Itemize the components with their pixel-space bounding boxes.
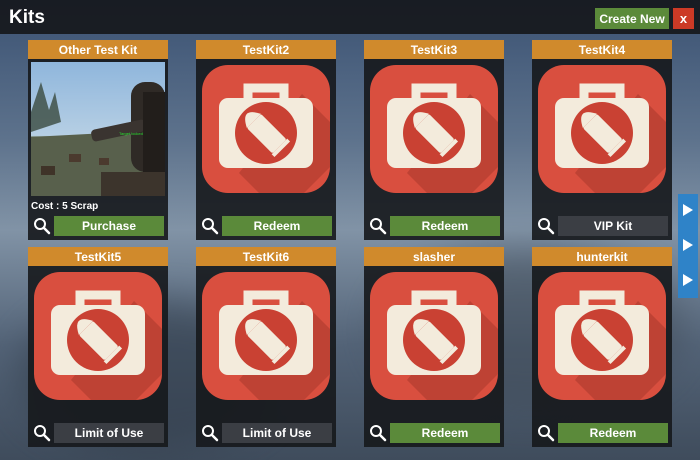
limit-of-use-status: Limit of Use xyxy=(222,423,332,443)
search-icon[interactable] xyxy=(200,216,220,236)
search-icon[interactable] xyxy=(200,423,220,443)
play-arrow-icon[interactable] xyxy=(683,204,693,216)
medkit-bullet-icon xyxy=(535,269,669,403)
kit-card: Other Test Kit Target locked Cost: 5 Sc… xyxy=(28,40,168,240)
search-icon[interactable] xyxy=(536,423,556,443)
redeem-button[interactable]: Redeem xyxy=(222,216,332,236)
kit-name: TestKit2 xyxy=(196,40,336,59)
medkit-bullet-icon xyxy=(367,62,501,196)
kit-cost: Cost : 5 Scrap xyxy=(31,201,99,212)
kit-name: hunterkit xyxy=(532,247,672,266)
redeem-button[interactable]: Redeem xyxy=(390,216,500,236)
redeem-button[interactable]: Redeem xyxy=(390,423,500,443)
medkit-bullet-icon xyxy=(535,62,669,196)
medkit-bullet-icon xyxy=(367,269,501,403)
kit-name: Other Test Kit xyxy=(28,40,168,59)
kit-card: TestKit2 Redeem xyxy=(196,40,336,240)
kit-name: TestKit6 xyxy=(196,247,336,266)
kit-preview-image: Target locked xyxy=(31,62,165,196)
purchase-button[interactable]: Purchase xyxy=(54,216,164,236)
medkit-bullet-icon xyxy=(199,269,333,403)
search-icon[interactable] xyxy=(536,216,556,236)
redeem-button[interactable]: Redeem xyxy=(558,423,668,443)
search-icon[interactable] xyxy=(32,423,52,443)
kit-card: TestKit4 VIP Kit xyxy=(532,40,672,240)
kit-name: TestKit3 xyxy=(364,40,504,59)
header-bar: Kits Create New x xyxy=(0,0,700,34)
play-arrow-icon[interactable] xyxy=(683,239,693,251)
limit-of-use-status: Limit of Use xyxy=(54,423,164,443)
create-new-button[interactable]: Create New xyxy=(595,8,669,29)
kit-card: TestKit5 Limit of Use xyxy=(28,247,168,447)
close-button[interactable]: x xyxy=(673,8,694,29)
play-arrow-icon[interactable] xyxy=(683,274,693,286)
kit-card: TestKit3 Redeem xyxy=(364,40,504,240)
page-title: Kits xyxy=(9,7,45,28)
search-icon[interactable] xyxy=(32,216,52,236)
kit-card: TestKit6 Limit of Use xyxy=(196,247,336,447)
kit-name: slasher xyxy=(364,247,504,266)
page-navigation xyxy=(678,194,698,298)
search-icon[interactable] xyxy=(368,423,388,443)
photo-overlay-text: Target locked xyxy=(119,131,143,136)
kit-name: TestKit5 xyxy=(28,247,168,266)
medkit-bullet-icon xyxy=(199,62,333,196)
medkit-bullet-icon xyxy=(31,269,165,403)
vip-kit-status: VIP Kit xyxy=(558,216,668,236)
kit-card: slasher Redeem xyxy=(364,247,504,447)
kit-name: TestKit4 xyxy=(532,40,672,59)
kit-card: hunterkit Redeem xyxy=(532,247,672,447)
search-icon[interactable] xyxy=(368,216,388,236)
